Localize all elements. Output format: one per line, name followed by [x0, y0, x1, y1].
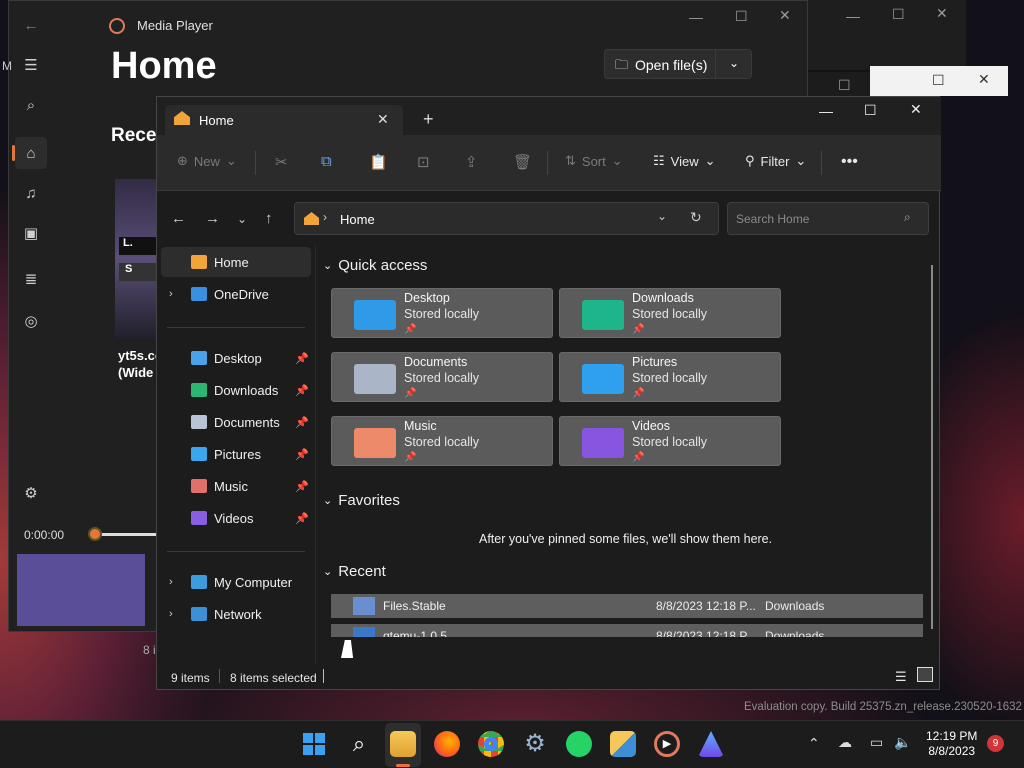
- tiles-view-icon[interactable]: [917, 667, 933, 682]
- maximize-icon[interactable]: ☐: [838, 77, 851, 94]
- light-window-titlebar: ☐ ✕: [870, 66, 1008, 96]
- recent-file-row[interactable]: yt5s.com-Klaski Covers (Widescreen) (108…: [331, 654, 923, 663]
- side-letter: M: [2, 59, 12, 73]
- open-files-button[interactable]: 🗀 Open file(s) ⌄: [604, 49, 752, 79]
- chrome-icon[interactable]: [478, 731, 504, 757]
- details-view-icon[interactable]: ☰: [895, 669, 907, 685]
- playback-time: 0:00:00: [24, 528, 65, 542]
- chevron-up-icon[interactable]: ⌃: [808, 735, 820, 752]
- file-explorer-window: Home ✕ + — ☐ ✕ ⊕ New ⌄ ✂ ⧉ 📋 ⊡ ⇪ 🗑 ⇅ Sort ⌄ …: [156, 96, 941, 691]
- file-date: 8/8/2023 12:18 P...: [656, 599, 756, 613]
- play-queue-icon[interactable]: ◎: [15, 305, 47, 337]
- recent-list: Files.Stable 8/8/2023 12:18 P... Downloa…: [157, 97, 941, 663]
- background-window: — ☐ ✕: [800, 0, 966, 70]
- search-icon[interactable]: ⌕: [15, 89, 47, 121]
- file-date: 8/8/2023 12:18 P...: [656, 629, 756, 643]
- settings-icon[interactable]: ⚙: [15, 477, 47, 509]
- clock[interactable]: 12:19 PM 8/8/2023: [926, 729, 977, 759]
- start-icon[interactable]: [301, 731, 327, 757]
- home-icon[interactable]: ⌂: [15, 137, 47, 169]
- volume-icon[interactable]: 🔈: [894, 734, 911, 751]
- files-app-icon[interactable]: [610, 731, 636, 757]
- folder-open-icon: 🗀: [615, 57, 629, 72]
- video-thumbnail[interactable]: L. S: [115, 179, 160, 339]
- seek-thumb[interactable]: [88, 527, 102, 541]
- file-location: Downloads: [765, 599, 825, 613]
- search-icon[interactable]: ⌕: [346, 731, 372, 757]
- media-player-title: Media Player: [137, 18, 213, 33]
- network-icon[interactable]: ▭: [870, 734, 883, 751]
- video-icon[interactable]: ▣: [15, 217, 47, 249]
- taskbar: ⌕ ⚙ ▶ ⌃ ☁ ▭ 🔈 12:19 PM 8/8/2023 9: [0, 720, 1024, 768]
- close-icon[interactable]: ✕: [779, 7, 791, 24]
- playlist-icon[interactable]: ≣: [15, 263, 47, 295]
- now-playing-thumbnail[interactable]: [17, 554, 145, 626]
- evaluation-watermark: Evaluation copy. Build 25375.zn_release.…: [744, 701, 1022, 713]
- chevron-down-icon[interactable]: ⌄: [729, 56, 739, 70]
- minimize-icon[interactable]: —: [689, 9, 703, 25]
- clock-date: 8/8/2023: [928, 744, 976, 758]
- page-title: Home: [111, 45, 217, 87]
- close-icon[interactable]: ✕: [978, 71, 990, 88]
- item-count-partial: 8 i: [143, 643, 156, 657]
- notification-badge[interactable]: 9: [987, 735, 1004, 752]
- file-location: Downloads: [765, 629, 825, 643]
- selection-count: 8 items selected: [230, 671, 317, 685]
- thumbnail-art: L.: [119, 237, 159, 255]
- divider: [715, 50, 716, 78]
- file-name: qtemu-1.0.5: [383, 629, 448, 643]
- divider: [219, 669, 220, 683]
- firefox-icon[interactable]: [434, 731, 460, 757]
- file-icon: [353, 597, 375, 615]
- whatsapp-icon[interactable]: [566, 731, 592, 757]
- status-bar: 9 items 8 items selected ☰: [157, 663, 941, 691]
- file-name: Files.Stable: [383, 599, 446, 613]
- back-icon[interactable]: ←: [15, 9, 47, 41]
- active-app-indicator: [396, 764, 410, 767]
- close-icon[interactable]: ✕: [936, 5, 948, 22]
- settings-icon[interactable]: ⚙: [522, 731, 548, 757]
- file-explorer-icon[interactable]: [390, 731, 416, 757]
- media-player-logo-icon: [109, 18, 125, 34]
- music-icon[interactable]: ♫: [15, 177, 47, 209]
- maximize-icon[interactable]: ☐: [932, 72, 945, 89]
- open-files-label: Open file(s): [635, 57, 708, 73]
- vm-app-icon[interactable]: [698, 731, 724, 757]
- item-count: 9 items: [171, 671, 210, 685]
- recent-file-row[interactable]: qtemu-1.0.5 8/8/2023 12:18 P... Download…: [331, 624, 923, 643]
- thumbnail-art: S: [119, 263, 159, 281]
- minimize-icon[interactable]: —: [846, 8, 860, 24]
- recent-file-row[interactable]: Files.Stable 8/8/2023 12:18 P... Downloa…: [331, 594, 923, 618]
- maximize-icon[interactable]: ☐: [892, 6, 905, 23]
- media-player-icon[interactable]: ▶: [654, 731, 680, 757]
- maximize-icon[interactable]: ☐: [735, 8, 748, 25]
- clock-time: 12:19 PM: [926, 729, 978, 743]
- scrollbar[interactable]: [931, 265, 933, 629]
- hamburger-icon[interactable]: ☰: [15, 49, 47, 81]
- cloud-off-icon[interactable]: ☁: [838, 734, 852, 751]
- divider: [323, 669, 324, 683]
